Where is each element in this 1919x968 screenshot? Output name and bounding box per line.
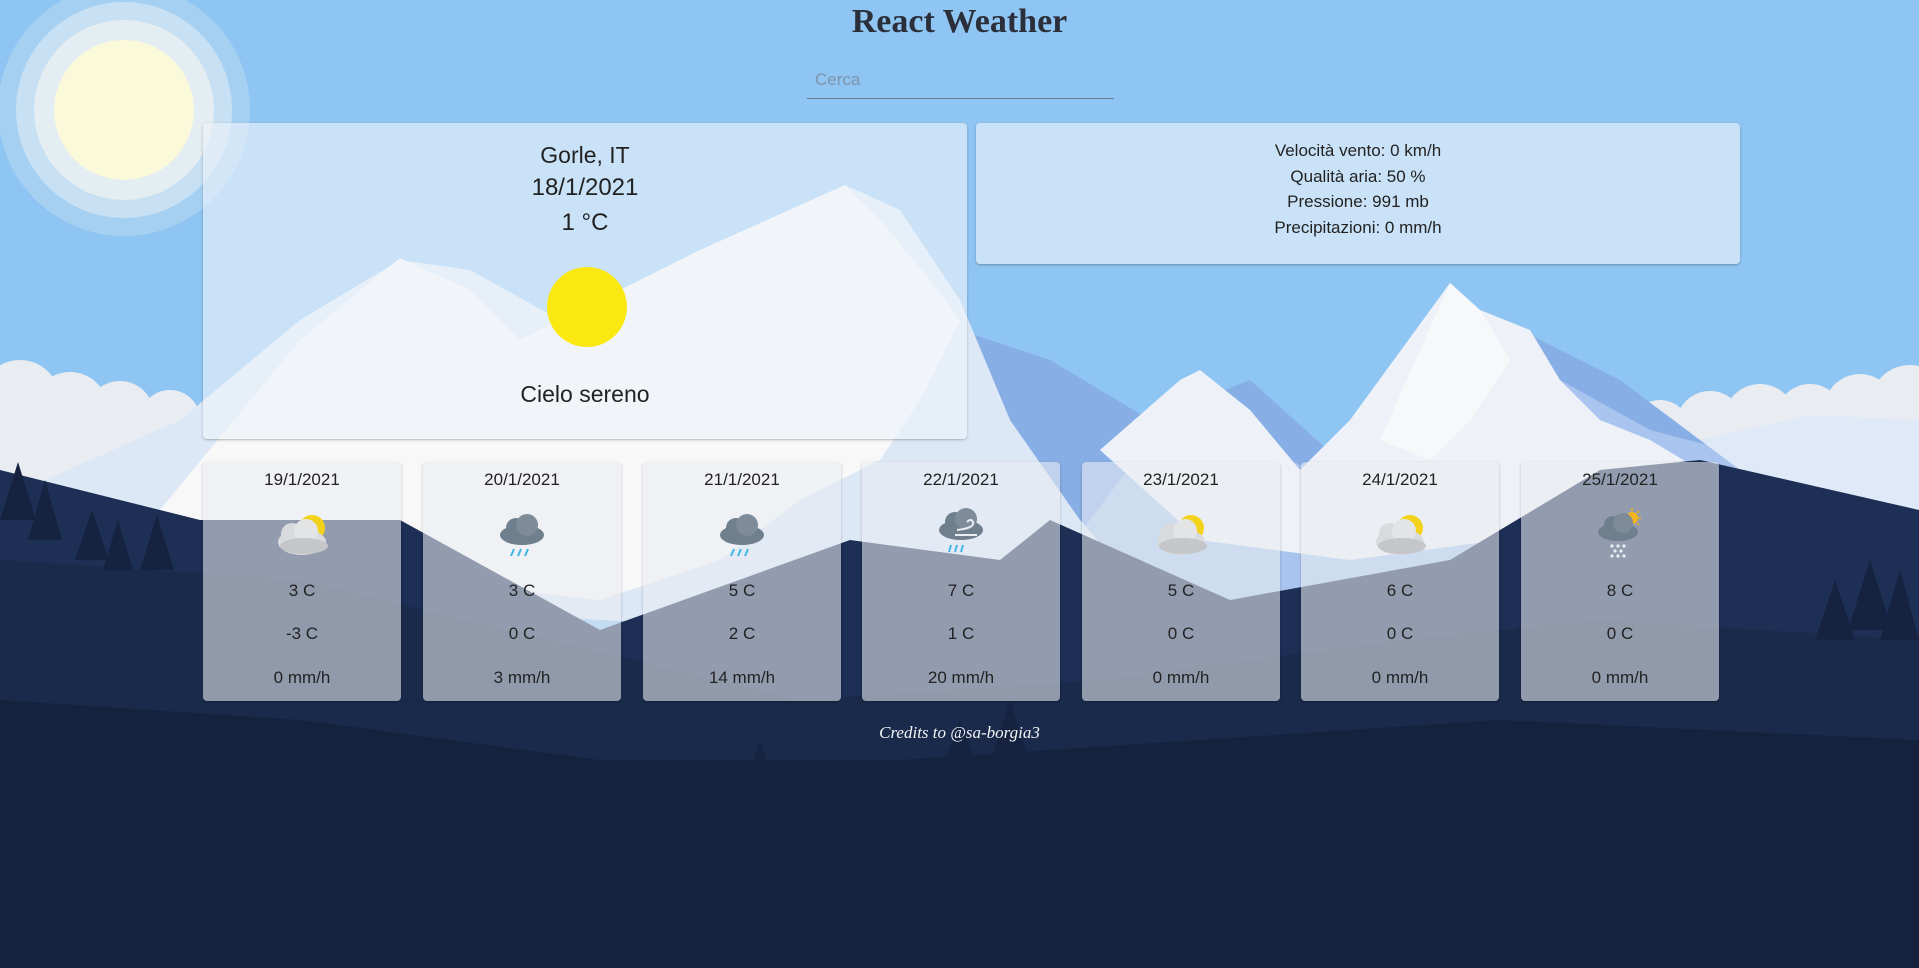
forecast-card: 25/1/2021 8 C 0 C 0 mm/h — [1521, 462, 1719, 701]
partly-cloudy-icon — [278, 515, 328, 555]
forecast-date: 25/1/2021 — [1582, 470, 1658, 489]
forecast-date: 22/1/2021 — [923, 470, 999, 489]
location-name: Gorle, IT — [540, 142, 630, 168]
clear-sun-icon — [547, 267, 627, 347]
forecast-card: 19/1/2021 3 C -3 C 0 mm/h — [203, 462, 401, 701]
current-temperature: 1 °C — [561, 209, 609, 236]
forecast-precipitation: 0 mm/h — [1152, 668, 1210, 687]
rain-cloud-icon — [500, 514, 544, 557]
forecast-min-temp: 0 C — [1167, 624, 1195, 643]
forecast-precipitation: 3 mm/h — [493, 668, 551, 687]
forecast-max-temp: 7 C — [947, 581, 975, 600]
forecast-min-temp: 0 C — [1606, 624, 1634, 643]
forecast-min-temp: 0 C — [1386, 624, 1414, 643]
forecast-card: 23/1/2021 5 C 0 C 0 mm/h — [1082, 462, 1280, 701]
current-weather-card: Gorle, IT 18/1/2021 1 °C Cielo sereno — [203, 123, 967, 439]
forecast-date: 23/1/2021 — [1143, 470, 1219, 489]
forecast-date: 21/1/2021 — [704, 470, 780, 489]
forecast-min-temp: 1 C — [947, 624, 975, 643]
forecast-precipitation: 0 mm/h — [1591, 668, 1649, 687]
forecast-min-temp: -3 C — [285, 624, 319, 643]
snow-sun-cloud-icon — [1598, 508, 1641, 558]
pressure: Pressione: 991 mb — [1287, 192, 1429, 211]
app-title: React Weather — [851, 3, 1068, 40]
forecast-precipitation: 0 mm/h — [273, 668, 331, 687]
forecast-precipitation: 20 mm/h — [927, 668, 995, 687]
current-date: 18/1/2021 — [531, 174, 639, 201]
forecast-date: 20/1/2021 — [484, 470, 560, 489]
forecast-max-temp: 8 C — [1606, 581, 1634, 600]
forecast-min-temp: 0 C — [508, 624, 536, 643]
rain-cloud-icon — [720, 514, 764, 557]
forecast-card: 22/1/2021 7 C 1 C 20 mm/h — [862, 462, 1060, 701]
weather-details-card: Velocità vento: 0 km/h Qualità aria: 50 … — [976, 123, 1740, 264]
weather-description: Cielo sereno — [520, 381, 650, 407]
air-quality: Qualità aria: 50 % — [1290, 166, 1426, 186]
credits-text: Credits to @sa-borgia3 — [879, 723, 1040, 742]
precipitation: Precipitazioni: 0 mm/h — [1274, 217, 1442, 237]
forecast-min-temp: 2 C — [728, 624, 756, 643]
forecast-date: 24/1/2021 — [1362, 470, 1438, 489]
search-input[interactable] — [807, 66, 1114, 94]
forecast-card: 24/1/2021 6 C 0 C 0 mm/h — [1301, 462, 1499, 701]
forecast-precipitation: 0 mm/h — [1371, 668, 1429, 687]
weather-app: React Weather Gorle, IT 18/1/2021 1 °C C… — [0, 0, 1919, 968]
forecast-max-temp: 3 C — [508, 581, 536, 600]
forecast-max-temp: 3 C — [288, 581, 316, 600]
forecast-card: 20/1/2021 3 C 0 C 3 mm/h — [423, 462, 621, 701]
forecast-card: 21/1/2021 5 C 2 C 14 mm/h — [643, 462, 841, 701]
wind-speed: Velocità vento: 0 km/h — [1274, 141, 1442, 160]
forecast-max-temp: 5 C — [1167, 581, 1195, 600]
partly-cloudy-icon — [1157, 515, 1207, 555]
forecast-date: 19/1/2021 — [264, 470, 340, 489]
forecast-max-temp: 6 C — [1386, 581, 1414, 600]
forecast-precipitation: 14 mm/h — [708, 668, 776, 687]
forecast-max-temp: 5 C — [728, 581, 756, 600]
wind-rain-cloud-icon — [939, 508, 983, 553]
search-field[interactable] — [807, 66, 1114, 99]
partly-cloudy-icon — [1376, 515, 1426, 555]
